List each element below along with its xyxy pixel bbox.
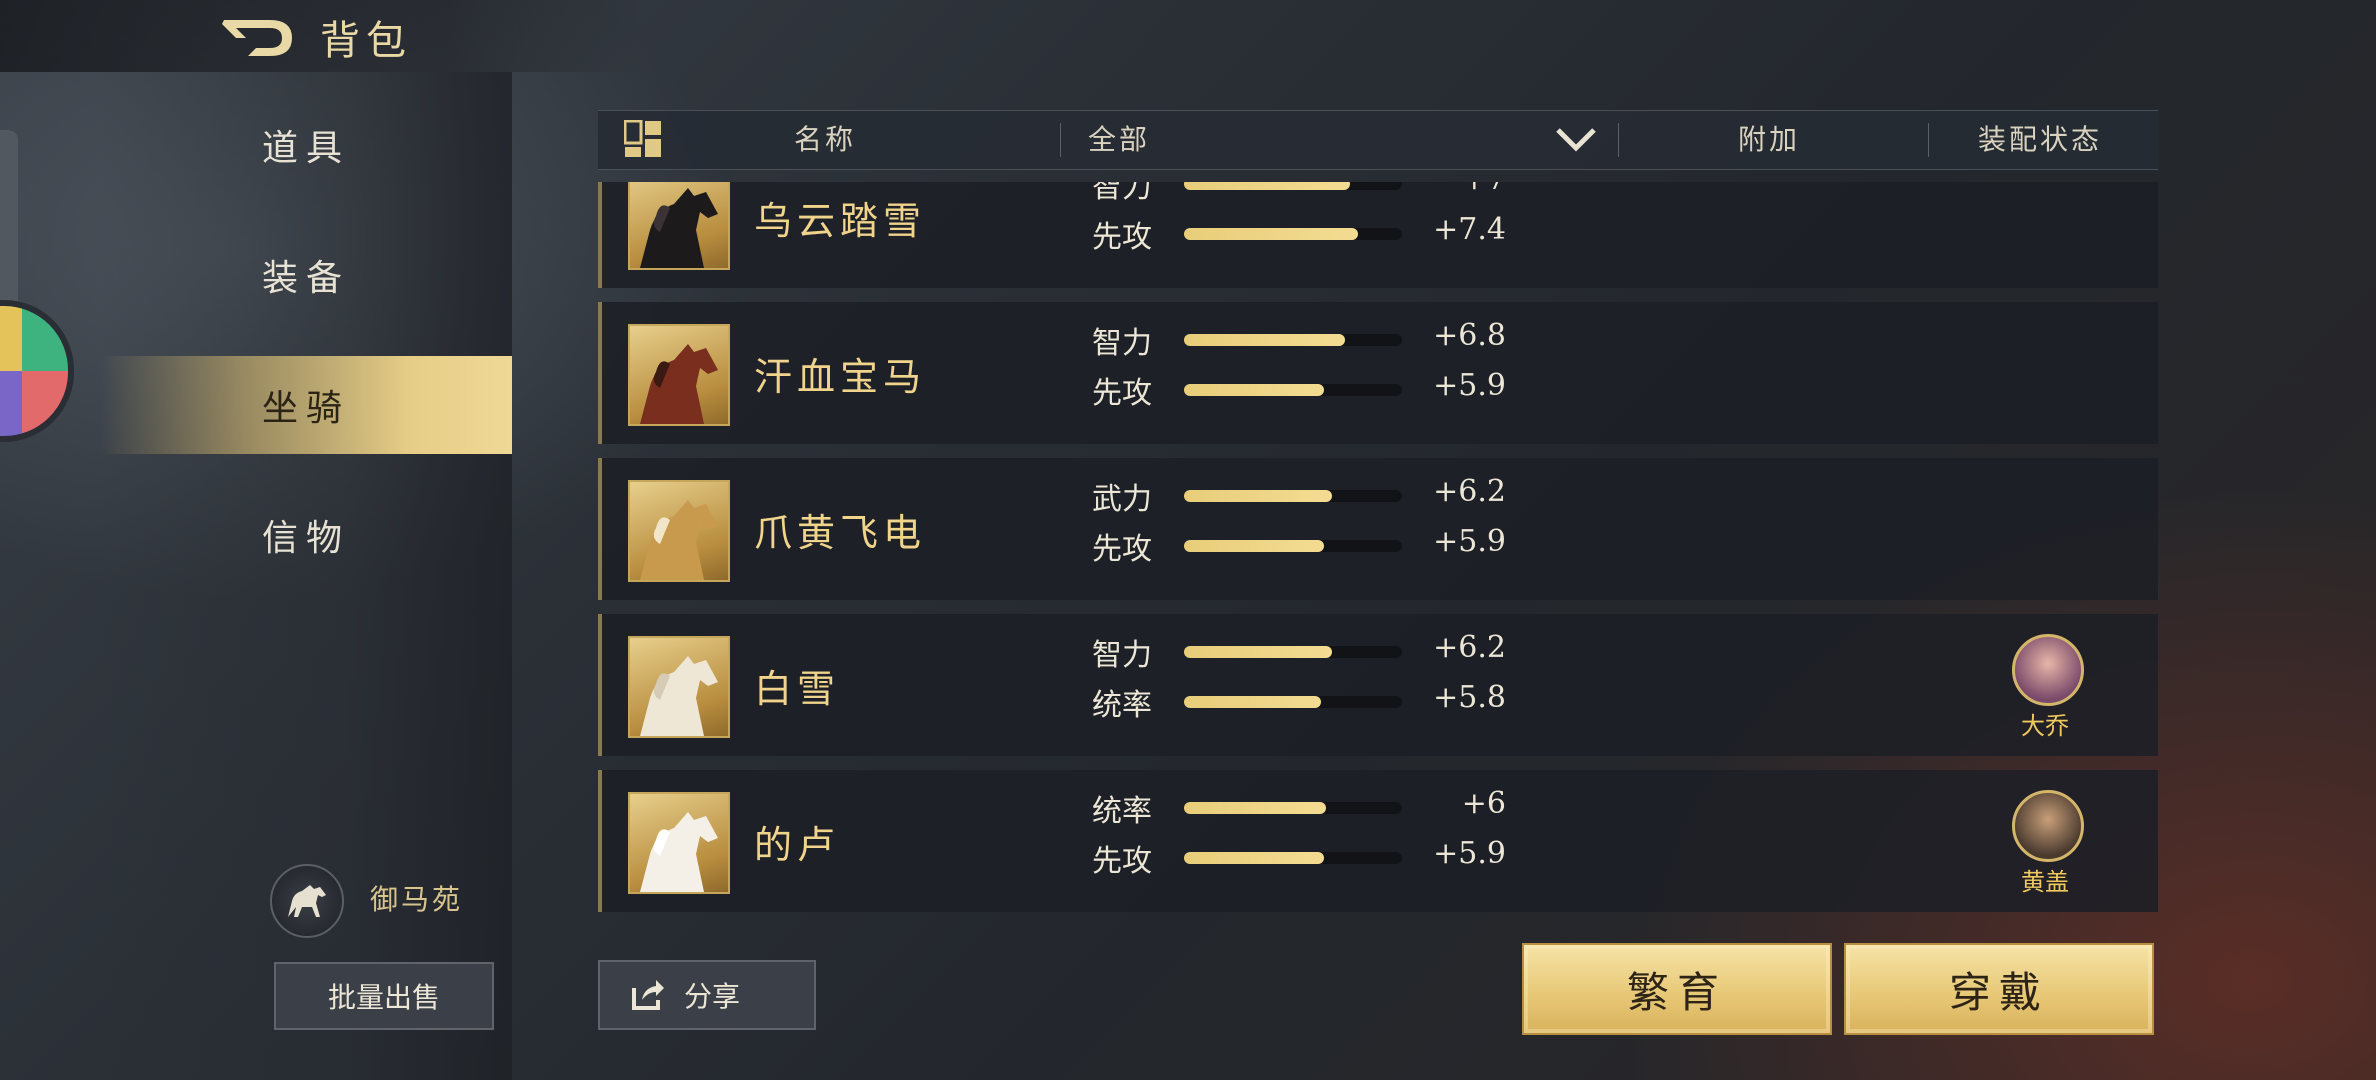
column-bonus-header: 附加 (1738, 123, 1801, 156)
attr-value: +7 (1402, 182, 1506, 197)
horse-icon (288, 885, 326, 917)
attr-bar (1184, 334, 1402, 346)
attr-value: +5.9 (1433, 368, 1506, 403)
page-title: 背包 (320, 18, 412, 64)
list-item[interactable]: 爪黄飞电 武力 +6.2 先攻 +5.9 (598, 458, 2158, 600)
attr-bar-fill (1184, 646, 1333, 658)
attr-bar (1184, 696, 1402, 708)
attr-bar (1184, 540, 1402, 552)
side-wheel-icon[interactable] (0, 300, 74, 442)
mount-portrait (628, 182, 730, 270)
attr-bar (1184, 228, 1402, 240)
attr-label: 先攻 (1092, 220, 1152, 255)
attr-bar (1184, 646, 1402, 658)
chevron-down-icon (1556, 128, 1596, 152)
column-equip-status-header: 装配状态 (1978, 123, 2103, 156)
share-button[interactable]: 分享 (598, 960, 816, 1030)
sidebar-item-items[interactable]: 道具 (100, 96, 512, 194)
attr-value: +6.8 (1433, 318, 1506, 353)
mount-name: 汗血宝马 (754, 355, 927, 399)
list-item[interactable]: 的卢 统率 +6 先攻 +5.9 黄盖 (598, 770, 2158, 912)
grid-view-icon[interactable] (623, 119, 662, 158)
mount-name: 白雪 (754, 667, 841, 711)
attr-bar-fill (1184, 334, 1346, 346)
back-button[interactable] (218, 14, 298, 60)
share-icon (632, 980, 664, 1010)
attr-value: +5.9 (1433, 524, 1506, 559)
mount-name: 的卢 (754, 823, 841, 867)
attr-bar-fill (1184, 384, 1324, 396)
attr-bar (1184, 490, 1402, 502)
attr-label: 先攻 (1092, 376, 1152, 411)
attr-value: +5.8 (1433, 680, 1506, 715)
sidebar-item-tokens[interactable]: 信物 (100, 486, 512, 584)
list-item[interactable]: 汗血宝马 智力 +6.8 先攻 +5.9 (598, 302, 2158, 444)
column-divider (1928, 123, 1929, 157)
sidebar-item-label: 信物 (261, 518, 350, 559)
attr-value: +6.2 (1433, 630, 1506, 665)
share-label: 分享 (684, 980, 741, 1013)
attr-label: 统率 (1092, 688, 1152, 723)
breed-button[interactable]: 繁育 (1522, 943, 1832, 1035)
attr-label: 先攻 (1092, 844, 1152, 879)
equipped-hero-name: 黄盖 (2021, 868, 2069, 896)
attr-bar-fill (1184, 696, 1322, 708)
attr-bar (1184, 384, 1402, 396)
mount-name: 乌云踏雪 (754, 199, 927, 243)
attr-label: 先攻 (1092, 532, 1152, 567)
mount-portrait (628, 636, 730, 738)
attr-value: +6.2 (1433, 474, 1506, 509)
attr-bar (1184, 802, 1402, 814)
equipped-hero-avatar[interactable] (2012, 790, 2084, 862)
sidebar-item-mounts[interactable]: 坐骑 (100, 356, 512, 454)
mount-list[interactable]: 乌云踏雪 智力 +7 先攻 +7.4 汗血宝马 智力 +6.8 先攻 +5.9 … (598, 182, 2158, 912)
sidebar-item-equipment[interactable]: 装备 (100, 226, 512, 324)
mount-portrait (628, 324, 730, 426)
filter-dropdown[interactable] (1088, 110, 1618, 168)
attr-label: 智力 (1092, 638, 1152, 673)
back-arrow-icon (222, 20, 292, 56)
mount-portrait (628, 792, 730, 894)
attr-bar-fill (1184, 228, 1359, 240)
attr-label: 智力 (1092, 326, 1152, 361)
column-divider (1060, 123, 1061, 157)
attr-bar-fill (1184, 182, 1350, 190)
attr-label: 智力 (1092, 182, 1152, 205)
attr-bar (1184, 182, 1402, 190)
column-divider (1618, 123, 1619, 157)
wear-button[interactable]: 穿戴 (1844, 943, 2154, 1035)
mount-name: 爪黄飞电 (754, 511, 927, 555)
equipped-hero-name: 大乔 (2021, 712, 2069, 740)
mount-portrait (628, 480, 730, 582)
attr-value: +6 (1461, 786, 1506, 821)
equipped-hero-avatar[interactable] (2012, 634, 2084, 706)
list-item[interactable]: 白雪 智力 +6.2 统率 +5.8 大乔 (598, 614, 2158, 756)
stable-label[interactable]: 御马苑 (370, 878, 463, 918)
attr-bar-fill (1184, 852, 1324, 864)
list-item[interactable]: 乌云踏雪 智力 +7 先攻 +7.4 (598, 182, 2158, 288)
attr-label: 武力 (1092, 482, 1152, 517)
bulk-sell-button[interactable]: 批量出售 (274, 962, 494, 1030)
sidebar-item-label: 装备 (261, 258, 350, 299)
column-name-header: 名称 (794, 123, 857, 156)
stable-button[interactable] (270, 864, 344, 938)
sidebar-item-label: 坐骑 (261, 388, 350, 429)
sidebar-item-label: 道具 (261, 128, 350, 169)
attr-value: +7.4 (1433, 212, 1506, 247)
attr-value: +5.9 (1433, 836, 1506, 871)
attr-bar-fill (1184, 540, 1324, 552)
attr-bar-fill (1184, 802, 1326, 814)
attr-bar (1184, 852, 1402, 864)
attr-label: 统率 (1092, 794, 1152, 829)
attr-bar-fill (1184, 490, 1333, 502)
